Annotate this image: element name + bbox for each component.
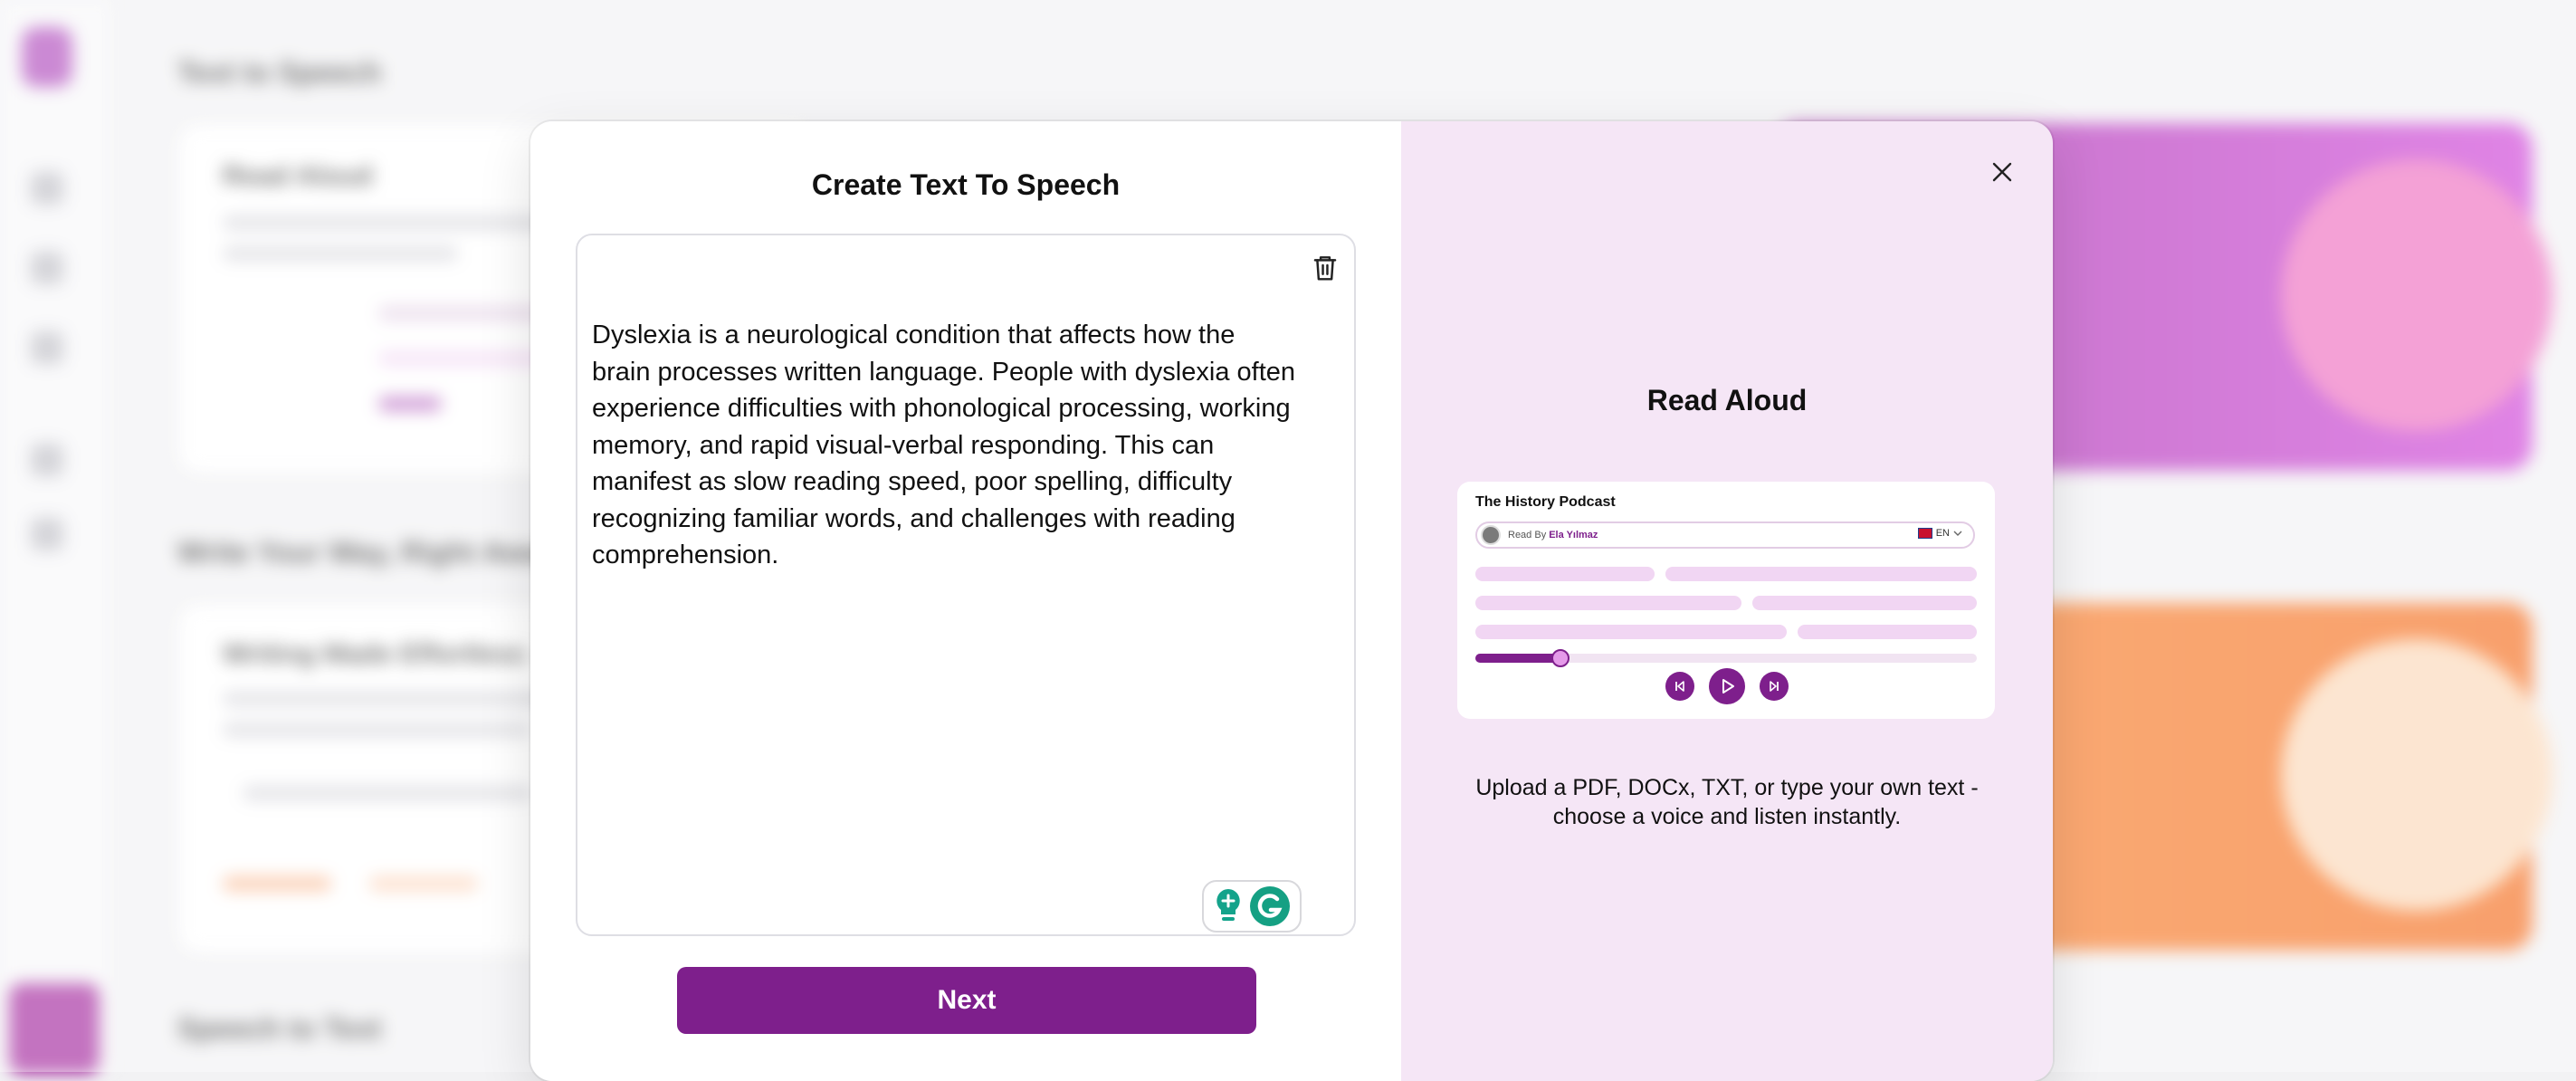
previous-button (1665, 672, 1694, 701)
podcast-preview: The History Podcast Read By Ela Yılmaz E… (1457, 482, 1995, 719)
reader-bar: Read By Ela Yılmaz EN (1475, 521, 1975, 549)
preview-text-line (1798, 625, 1977, 639)
preview-text-line (1475, 625, 1787, 639)
progress-fill (1475, 654, 1561, 663)
delete-text-button[interactable] (1307, 250, 1343, 286)
lightbulb-icon (1216, 889, 1240, 921)
modal-left-panel: Create Text To Speech Dyslexia is a neur… (530, 121, 1401, 1081)
skip-forward-icon (1770, 681, 1779, 692)
grammarly-widget[interactable] (1202, 880, 1302, 933)
read-aloud-description: Upload a PDF, DOCx, TXT, or type your ow… (1475, 775, 1979, 829)
language-selector: EN (1917, 528, 1962, 539)
trash-icon (1313, 256, 1337, 281)
preview-text-line (1475, 567, 1655, 581)
progress-track (1475, 649, 1977, 667)
uk-flag-icon (1917, 528, 1932, 539)
progress-knob (1551, 649, 1570, 667)
chevron-down-icon (1953, 531, 1962, 536)
grammarly-icon (1250, 886, 1290, 926)
preview-text-line (1475, 596, 1741, 610)
close-modal-button[interactable] (1982, 152, 2022, 192)
close-icon (1992, 162, 2012, 182)
next-track-button (1760, 672, 1789, 701)
create-tts-modal: Create Text To Speech Dyslexia is a neur… (530, 121, 2053, 1081)
language-code: EN (1935, 528, 1950, 539)
skip-back-icon (1675, 681, 1684, 692)
next-button[interactable]: Next (677, 967, 1256, 1034)
text-content[interactable]: Dyslexia is a neurological condition tha… (592, 317, 1298, 574)
preview-text-line (1665, 567, 1977, 581)
reader-name: Ela Yılmaz (1549, 530, 1598, 540)
play-icon (1722, 679, 1734, 694)
preview-text-line (1752, 596, 1977, 610)
read-aloud-title: Read Aloud (1646, 384, 1808, 416)
text-input-area[interactable]: Dyslexia is a neurological condition tha… (576, 234, 1356, 936)
reader-avatar (1481, 525, 1501, 545)
play-button (1709, 668, 1745, 704)
read-by-label: Read By (1508, 530, 1547, 540)
podcast-title: The History Podcast (1475, 494, 1616, 510)
modal-right-panel: Read Aloud The History Podcast Read By E… (1401, 121, 2053, 1081)
modal-title: Create Text To Speech (811, 168, 1121, 201)
